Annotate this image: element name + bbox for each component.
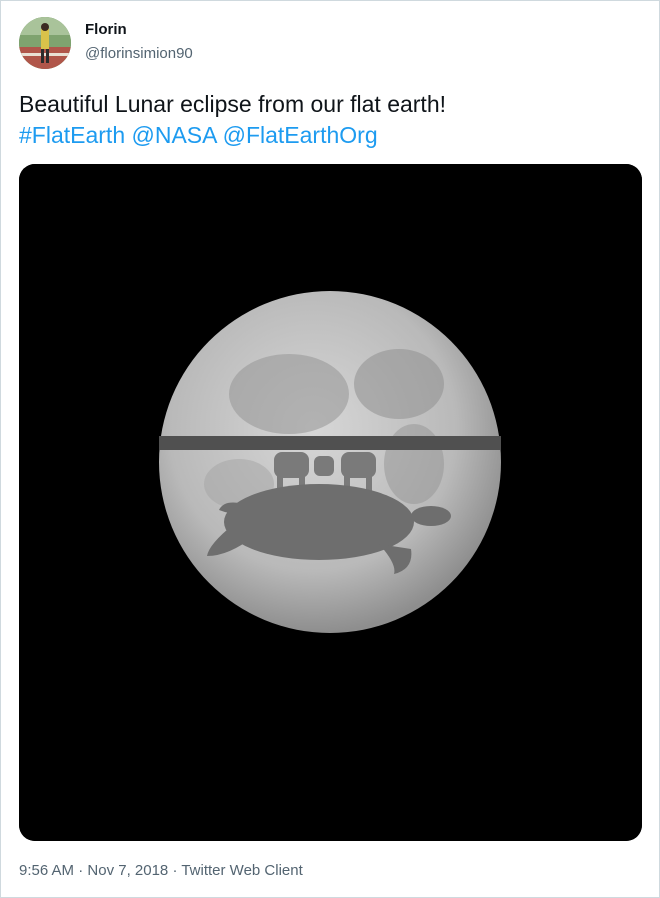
mention-link-flatearthorg[interactable]: @FlatEarthOrg xyxy=(223,122,378,148)
avatar[interactable] xyxy=(19,17,71,69)
tweet-text: Beautiful Lunar eclipse from our flat ea… xyxy=(19,89,639,151)
hashtag-link[interactable]: #FlatEarth xyxy=(19,122,125,148)
tweet-date[interactable]: Nov 7, 2018 xyxy=(87,862,168,879)
tweet-image[interactable] xyxy=(19,164,642,841)
meta-separator: · xyxy=(168,862,182,879)
tweet-body: Beautiful Lunar eclipse from our flat ea… xyxy=(19,91,447,117)
tweet-time[interactable]: 9:56 AM xyxy=(19,862,74,879)
tweet-client[interactable]: Twitter Web Client xyxy=(181,862,302,879)
author-handle[interactable]: @florinsimion90 xyxy=(85,45,193,62)
meta-separator: · xyxy=(74,862,88,879)
moon-turtle-image xyxy=(19,164,642,841)
author-display-name[interactable]: Florin xyxy=(85,21,127,38)
avatar-photo xyxy=(19,17,71,69)
mention-link-nasa[interactable]: @NASA xyxy=(132,122,217,148)
tweet-meta: 9:56 AM · Nov 7, 2018 · Twitter Web Clie… xyxy=(19,862,303,879)
tweet-card: Florin @florinsimion90 Beautiful Lunar e… xyxy=(0,0,660,898)
